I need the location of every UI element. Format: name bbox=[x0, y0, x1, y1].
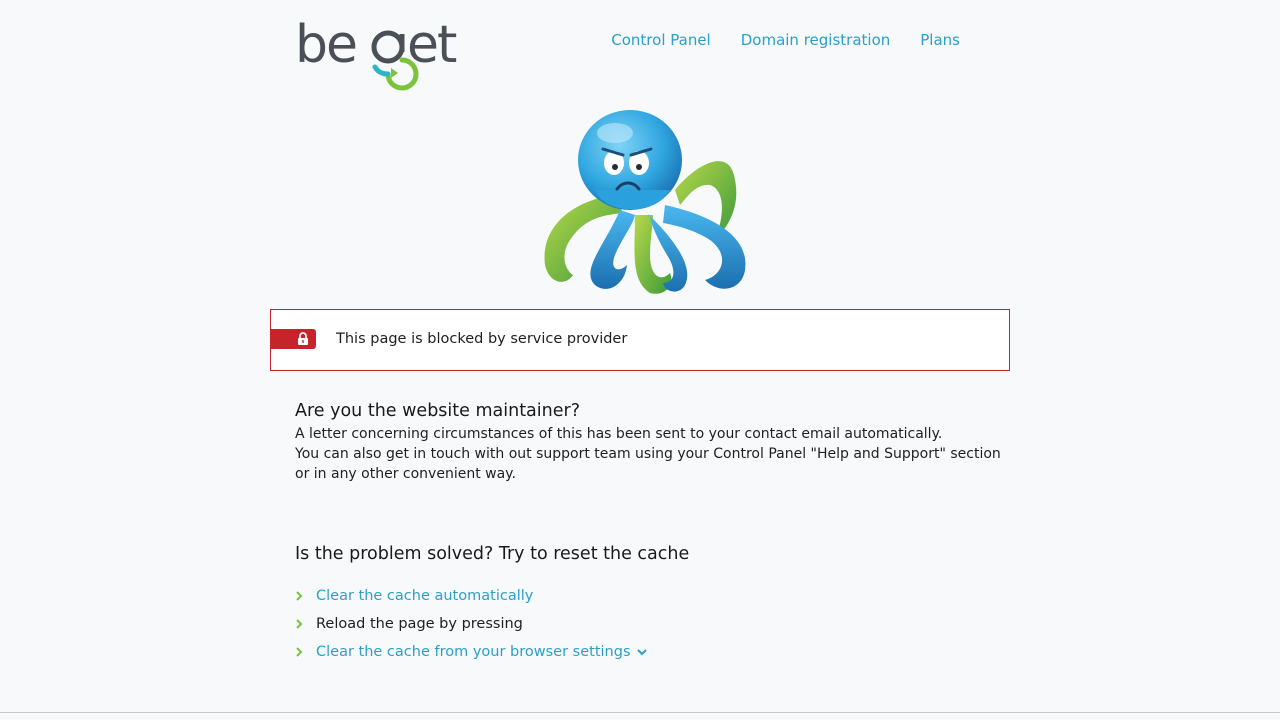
maintainer-heading: Are you the website maintainer? bbox=[295, 401, 580, 421]
bottom-divider bbox=[0, 712, 1280, 713]
beget-logo[interactable]: be et bbox=[295, 12, 465, 92]
chevron-right-icon bbox=[295, 647, 316, 657]
maintainer-line: A letter concerning circumstances of thi… bbox=[295, 426, 943, 442]
lock-icon bbox=[298, 332, 308, 345]
nav-domain-registration[interactable]: Domain registration bbox=[741, 31, 891, 49]
clear-cache-browser-link[interactable]: Clear the cache from your browser settin… bbox=[316, 644, 631, 660]
alert-flag bbox=[270, 329, 316, 349]
list-item: Clear the cache from your browser settin… bbox=[295, 638, 647, 666]
nav-control-panel[interactable]: Control Panel bbox=[611, 31, 710, 49]
maintainer-text: A letter concerning circumstances of thi… bbox=[295, 424, 1001, 484]
svg-text:be: be bbox=[295, 15, 356, 75]
reload-page-text: Reload the page by pressing bbox=[316, 616, 523, 632]
maintainer-line: or in any other convenient way. bbox=[295, 466, 516, 482]
maintainer-line: You can also get in touch with out suppo… bbox=[295, 446, 1001, 462]
chevron-right-icon bbox=[295, 619, 316, 629]
clear-cache-auto-link[interactable]: Clear the cache automatically bbox=[316, 588, 533, 604]
cache-steps-list: Clear the cache automatically Reload the… bbox=[295, 582, 647, 666]
page-container: be et Control Panel Domain registration … bbox=[270, 0, 1010, 720]
nav-plans[interactable]: Plans bbox=[920, 31, 960, 49]
sad-octopus-illustration bbox=[535, 105, 750, 297]
list-item: Clear the cache automatically bbox=[295, 582, 647, 610]
alert-message: This page is blocked by service provider bbox=[336, 331, 628, 347]
cache-heading: Is the problem solved? Try to reset the … bbox=[295, 544, 690, 564]
chevron-down-icon[interactable] bbox=[636, 648, 647, 656]
chevron-right-icon bbox=[295, 591, 316, 601]
blocked-alert: This page is blocked by service provider bbox=[270, 309, 1010, 371]
top-nav: Control Panel Domain registration Plans bbox=[611, 31, 960, 49]
list-item: Reload the page by pressing bbox=[295, 610, 647, 638]
